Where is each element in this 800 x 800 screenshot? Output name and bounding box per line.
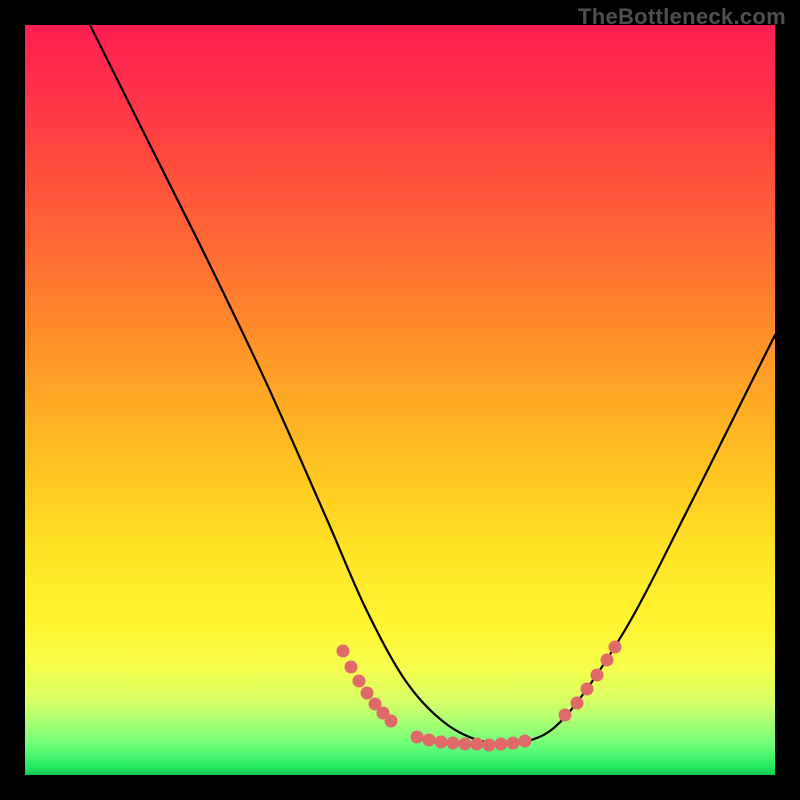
marker-dot <box>353 675 366 688</box>
marker-dot <box>361 687 374 700</box>
marker-dot <box>495 738 508 751</box>
marker-dot <box>423 734 436 747</box>
marker-dot <box>601 654 614 667</box>
marker-dot <box>345 661 358 674</box>
marker-dot <box>591 669 604 682</box>
marker-dot <box>459 738 472 751</box>
bottleneck-curve <box>90 25 775 745</box>
marker-dot <box>447 737 460 750</box>
marker-dot <box>581 683 594 696</box>
marker-dot <box>471 738 484 751</box>
marker-dot <box>609 641 622 654</box>
marker-dot <box>337 645 350 658</box>
plot-area <box>25 25 775 775</box>
marker-dot <box>435 736 448 749</box>
marker-dot <box>385 715 398 728</box>
marker-dot <box>571 697 584 710</box>
marker-dot <box>559 709 572 722</box>
marker-layer <box>337 641 622 752</box>
marker-dot <box>507 737 520 750</box>
marker-dot <box>411 731 424 744</box>
marker-dot <box>483 739 496 752</box>
marker-dot <box>519 735 532 748</box>
curve-layer <box>25 25 775 775</box>
chart-container: TheBottleneck.com <box>0 0 800 800</box>
